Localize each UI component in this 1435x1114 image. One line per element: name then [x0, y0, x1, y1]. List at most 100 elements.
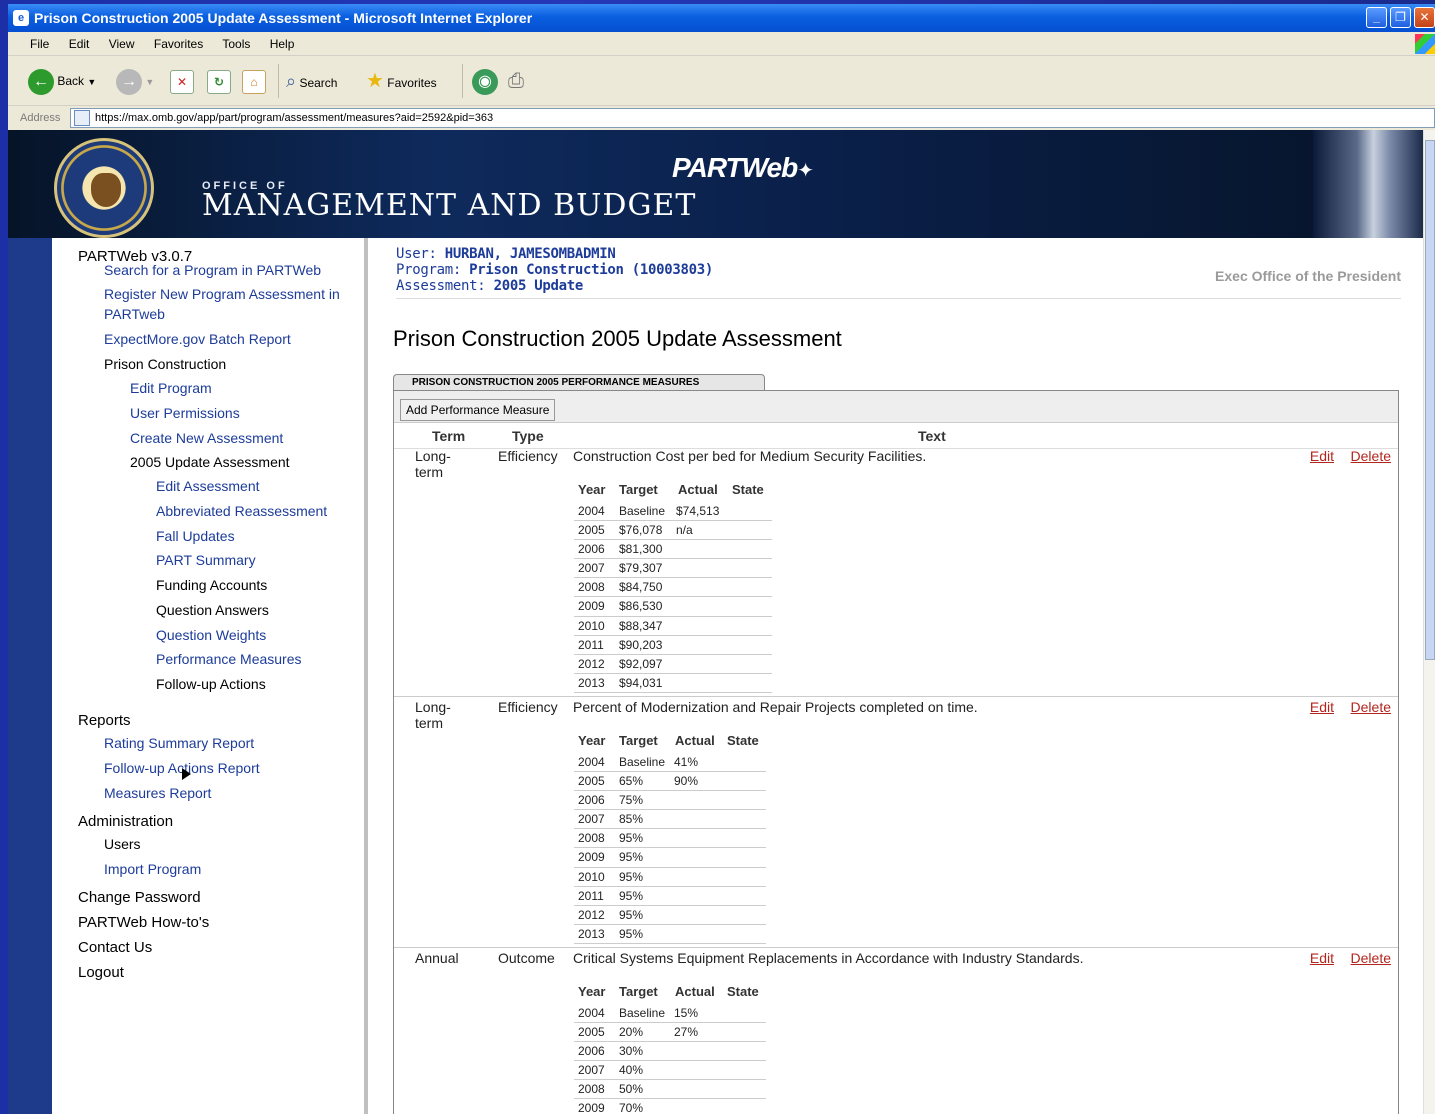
column-image [1313, 130, 1423, 238]
subtable-row: 2010 $88,347 [574, 617, 772, 636]
title-bar[interactable]: e Prison Construction 2005 Update Assess… [8, 4, 1435, 32]
media-button[interactable]: ◉ [472, 68, 498, 95]
sidebar-item-question-weights[interactable]: Question Weights [156, 627, 266, 643]
subtable-row: 2010 95% [574, 868, 766, 887]
sidebar-item-users[interactable]: Users [104, 836, 141, 852]
sidebar-item-part-summary[interactable]: PART Summary [156, 552, 256, 568]
row-year: 2007 [578, 561, 605, 576]
targets-subtable: Year Target Actual State 2004 Baseline $74,513… [574, 482, 772, 693]
minimize-button[interactable]: _ [1366, 7, 1387, 28]
measure-text: Critical Systems Equipment Replacements … [573, 950, 1084, 966]
sidebar-item-question-answers[interactable]: Question Answers [156, 602, 269, 618]
assessment-info: Assessment: 2005 Update [396, 278, 583, 294]
menu-help[interactable]: Help [270, 37, 295, 51]
row-actual: $74,513 [676, 504, 720, 518]
sidebar-item-create-new-assessment[interactable]: Create New Assessment [130, 430, 283, 446]
forward-button[interactable]: → ▼ [116, 68, 154, 95]
row-target: 40% [619, 1063, 644, 1078]
user-info: User: HURBAN, JAMESOMBADMIN [396, 246, 616, 262]
delete-measure-link[interactable]: Delete [1351, 699, 1391, 715]
row-target: $79,307 [619, 561, 663, 576]
delete-measure-link[interactable]: Delete [1351, 950, 1391, 966]
menu-favorites[interactable]: Favorites [154, 37, 203, 51]
column-text: Text [918, 428, 946, 444]
edit-measure-link[interactable]: Edit [1310, 448, 1334, 464]
sidebar-item-performance-measures[interactable]: Performance Measures [156, 651, 302, 667]
favorites-button[interactable]: ★ Favorites [366, 68, 437, 94]
print-button[interactable]: ⎙ [508, 68, 524, 94]
menu-tools[interactable]: Tools [222, 37, 250, 51]
star-icon: ✦ [797, 160, 814, 182]
delete-measure-link[interactable]: Delete [1351, 448, 1391, 464]
row-target: $92,097 [619, 656, 663, 671]
row-year: 2005 [578, 1025, 605, 1040]
subtable-row: 2011 95% [574, 887, 766, 906]
subtable-header: Year Target Actual State [574, 482, 772, 502]
row-target: 50% [619, 1082, 644, 1097]
sidebar-item-administration[interactable]: Administration [78, 813, 173, 830]
scrollbar-thumb[interactable] [1425, 140, 1435, 660]
row-actual: 15% [674, 1006, 699, 1020]
edit-measure-link[interactable]: Edit [1310, 699, 1334, 715]
sidebar-item-register-new-program-assessment-in[interactable]: Register New Program Assessment in [104, 286, 340, 302]
sidebar-item-expectmore-gov-batch-report[interactable]: ExpectMore.gov Batch Report [104, 331, 291, 347]
sidebar-item-partweb[interactable]: PARTweb [104, 306, 165, 322]
sidebar-item-measures-report[interactable]: Measures Report [104, 785, 211, 801]
page-title: Prison Construction 2005 Update Assessme… [393, 326, 842, 351]
menu-view[interactable]: View [109, 37, 135, 51]
refresh-button[interactable]: ↻ [207, 68, 231, 94]
sidebar-item-contact-us[interactable]: Contact Us [78, 939, 152, 956]
restore-button[interactable]: ❐ [1390, 7, 1411, 28]
edit-measure-link[interactable]: Edit [1310, 950, 1334, 966]
sidebar-item-rating-summary-report[interactable]: Rating Summary Report [104, 735, 254, 751]
add-performance-measure-button[interactable]: Add Performance Measure [400, 399, 556, 421]
row-year: 2012 [578, 656, 605, 671]
row-year: 2009 [578, 850, 605, 865]
sidebar-item-funding-accounts[interactable]: Funding Accounts [156, 577, 267, 593]
sidebar-item-search-for-a-program-in-partweb[interactable]: Search for a Program in PARTWeb [104, 262, 321, 278]
row-year: 2010 [578, 618, 605, 633]
sidebar-item-user-permissions[interactable]: User Permissions [130, 405, 240, 421]
row-target: $88,347 [619, 618, 663, 633]
subcol-year: Year [578, 482, 606, 497]
sidebar-item-fall-updates[interactable]: Fall Updates [156, 528, 235, 544]
sidebar-item-logout[interactable]: Logout [78, 964, 124, 981]
row-target: 65% [619, 774, 644, 789]
row-target: 20% [619, 1025, 644, 1040]
vertical-scrollbar[interactable] [1423, 130, 1435, 1114]
subcol-year: Year [578, 733, 606, 748]
back-button[interactable]: ← Back ▼ [28, 68, 96, 95]
measure-text: Percent of Modernization and Repair Proj… [573, 699, 978, 715]
row-year: 2008 [578, 831, 605, 846]
row-target: 95% [619, 869, 644, 884]
close-button[interactable]: ✕ [1414, 7, 1435, 28]
refresh-icon: ↻ [207, 69, 231, 94]
stop-button[interactable]: ✕ [170, 68, 194, 94]
omb-banner: OFFICE OF MANAGEMENT AND BUDGET PARTWeb✦ [8, 130, 1423, 238]
address-input[interactable]: https://max.omb.gov/app/part/program/ass… [70, 108, 1435, 128]
sidebar-item-reports[interactable]: Reports [78, 712, 131, 729]
sidebar-item-change-password[interactable]: Change Password [78, 889, 201, 906]
sidebar-item-import-program[interactable]: Import Program [104, 861, 201, 877]
row-year: 2012 [578, 907, 605, 922]
subcol-actual: Actual [675, 984, 715, 999]
sidebar-item-edit-program[interactable]: Edit Program [130, 380, 212, 396]
row-year: 2004 [578, 755, 605, 769]
measure-term: Long-term [415, 699, 451, 731]
sidebar-item-partweb-how-to-s[interactable]: PARTWeb How-to's [78, 914, 209, 931]
sidebar-item-prison-construction[interactable]: Prison Construction [104, 356, 226, 372]
home-button[interactable]: ⌂ [242, 68, 266, 94]
sidebar-item-2005-update-assessment[interactable]: 2005 Update Assessment [130, 454, 290, 470]
row-year: 2008 [578, 580, 605, 595]
subtable-row: 2008 $84,750 [574, 578, 772, 598]
sidebar-item-follow-up-actions[interactable]: Follow-up Actions [156, 676, 266, 692]
row-year: 2006 [578, 793, 605, 808]
user-label: User: [396, 246, 437, 262]
sidebar-item-abbreviated-reassessment[interactable]: Abbreviated Reassessment [156, 503, 327, 519]
sidebar-item-edit-assessment[interactable]: Edit Assessment [156, 478, 260, 494]
search-button[interactable]: ⌕ Search [286, 68, 337, 94]
menu-edit[interactable]: Edit [69, 37, 90, 51]
row-target: 70% [619, 1101, 644, 1114]
media-icon: ◉ [472, 68, 498, 95]
menu-file[interactable]: File [30, 37, 49, 51]
